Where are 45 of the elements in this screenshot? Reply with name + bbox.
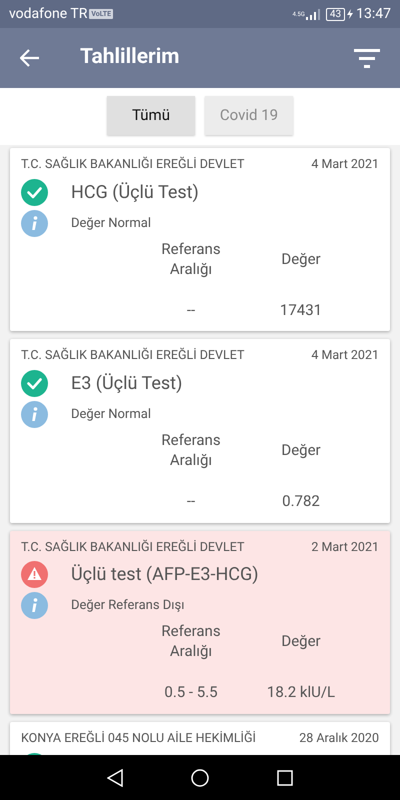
result-card[interactable]: KONYA EREĞLİ 045 NOLU AİLE HEKİMLİĞİ 28 Aralık 2020 [10, 722, 390, 755]
battery-level: 43 [326, 8, 346, 20]
back-arrow-icon[interactable] [20, 49, 40, 67]
result-date: 2 Mart 2021 [311, 538, 379, 556]
result-note: Değer Referans Dışı [71, 597, 184, 615]
reference-range: 0.5 - 5.5 [163, 682, 219, 704]
test-name: E3 (Üçlü Test) [71, 372, 182, 396]
info-icon [21, 210, 48, 237]
institution-name: T.C. SAĞLIK BAKANLIĞI EREĞLİ DEVLET [21, 156, 244, 174]
result-date: 4 Mart 2021 [311, 156, 379, 174]
home-circle-icon[interactable] [191, 768, 209, 786]
filter-tab[interactable]: Tümü [107, 96, 195, 135]
result-note: Değer Normal [71, 214, 151, 232]
clock-time: 13:47 [356, 4, 391, 24]
institution-name: KONYA EREĞLİ 045 NOLU AİLE HEKİMLİĞİ [21, 730, 256, 748]
filter-icon[interactable] [354, 48, 380, 68]
reference-range: -- [186, 491, 196, 512]
result-note: Değer Normal [71, 406, 151, 424]
recents-square-icon[interactable] [277, 770, 293, 786]
carrier-name: vodafone TR [9, 4, 88, 24]
page-title: Tahlillerim [80, 44, 180, 72]
info-icon [21, 592, 48, 620]
test-name: HCG (Üçlü Test) [71, 180, 199, 205]
back-triangle-icon[interactable] [107, 768, 123, 786]
column-header: Değer [280, 440, 322, 461]
column-header: Değer [280, 248, 322, 270]
column-header: Referans Aralığı [160, 621, 222, 662]
result-value: 18.2 klU/L [266, 682, 336, 704]
info-icon [21, 401, 48, 428]
result-card[interactable]: T.C. SAĞLIK BAKANLIĞI EREĞLİ DEVLET 4 Mart 2021 E3 (Üçlü Test) Değer Normal Referans Aralığı Değer -- 0.782 [10, 339, 390, 522]
result-card[interactable]: T.C. SAĞLIK BAKANLIĞI EREĞLİ DEVLET 4 Mart 2021 HCG (Üçlü Test) Değer Normal Referans Aralığı Değer -- 17431 [10, 148, 390, 332]
column-header: Değer [280, 631, 322, 652]
signal-icon [306, 8, 320, 20]
charging-icon [347, 9, 354, 19]
column-header: Referans Aralığı [160, 430, 222, 470]
result-date: 4 Mart 2021 [311, 347, 379, 366]
result-value: 0.782 [281, 491, 321, 512]
test-name: Üçlü test (AFP-E3-HCG) [71, 563, 259, 588]
result-card[interactable]: T.C. SAĞLIK BAKANLIĞI EREĞLİ DEVLET 2 Mart 2021 Üçlü test (AFP-E3-HCG) Değer Referans Dışı Referans Aralığı Değer 0.5 - 5.5 18.2 klU/L [10, 530, 390, 714]
reference-range: -- [186, 300, 196, 321]
institution-name: T.C. SAĞLIK BAKANLIĞI EREĞLİ DEVLET [21, 347, 244, 366]
result-date: 28 Aralık 2020 [299, 730, 379, 748]
result-value: 17431 [278, 300, 324, 321]
column-header: Referans Aralığı [160, 238, 222, 279]
institution-name: T.C. SAĞLIK BAKANLIĞI EREĞLİ DEVLET [21, 538, 244, 556]
